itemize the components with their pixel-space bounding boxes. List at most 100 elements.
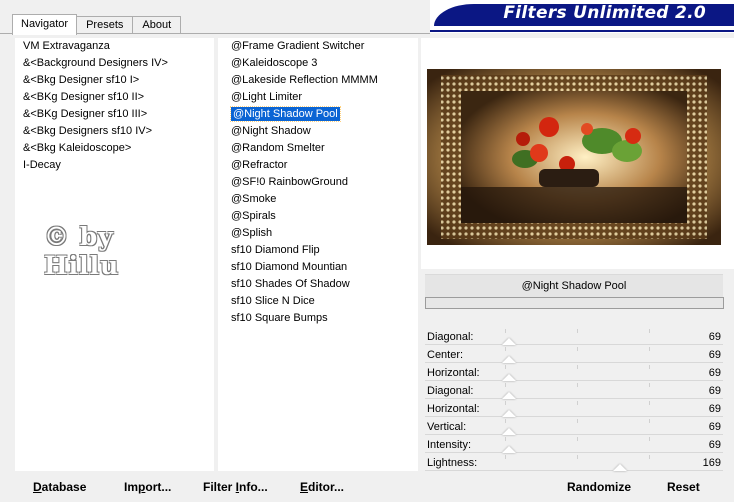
slider-thumb[interactable] (502, 392, 516, 399)
filter-item[interactable]: @Frame Gradient Switcher (218, 38, 418, 55)
slider-tick (649, 365, 650, 369)
filter-item[interactable]: @Light Limiter (218, 89, 418, 106)
progress-bar (425, 297, 724, 309)
filter-item[interactable]: @Night Shadow Pool (218, 106, 418, 123)
reset-button[interactable]: Reset (667, 480, 700, 494)
slider-tick (505, 437, 506, 441)
parameter-slider[interactable]: Intensity: 69 (425, 436, 723, 454)
filter-item-label: @SF!0 RainbowGround (231, 176, 348, 188)
category-item[interactable]: VM Extravaganza (15, 38, 214, 55)
filter-item[interactable]: sf10 Diamond Flip (218, 242, 418, 259)
filter-item[interactable]: sf10 Diamond Mountian (218, 259, 418, 276)
tab-navigator[interactable]: Navigator (12, 14, 78, 35)
filter-item[interactable]: @Kaleidoscope 3 (218, 55, 418, 72)
slider-thumb[interactable] (502, 428, 516, 435)
category-item[interactable]: &<Bkg Designer sf10 I> (15, 72, 214, 89)
parameter-slider[interactable]: Horizontal: 69 (425, 400, 723, 418)
parameter-label: Horizontal: (427, 367, 480, 379)
filter-item[interactable]: @Splish (218, 225, 418, 242)
preview-water (461, 187, 687, 223)
slider-track (425, 380, 723, 381)
filter-item[interactable]: @Random Smelter (218, 140, 418, 157)
category-item[interactable]: &<BKg Designer sf10 II> (15, 89, 214, 106)
parameter-slider[interactable]: Diagonal: 69 (425, 328, 723, 346)
app-title: Filters Unlimited 2.0 (503, 3, 706, 23)
filter-item[interactable]: sf10 Shades Of Shadow (218, 276, 418, 293)
filter-item-label: @Frame Gradient Switcher (231, 40, 365, 52)
category-item[interactable]: &<Bkg Kaleidoscope> (15, 140, 214, 157)
slider-thumb[interactable] (502, 338, 516, 345)
slider-tick (505, 365, 506, 369)
slider-tick (505, 401, 506, 405)
parameter-label: Center: (427, 349, 464, 361)
slider-tick (577, 419, 578, 423)
slider-thumb[interactable] (502, 410, 516, 417)
database-button-label: atabase (41, 480, 87, 494)
slider-track (425, 452, 723, 453)
slider-track (425, 398, 723, 399)
database-button[interactable]: Database (33, 480, 86, 494)
parameter-slider[interactable]: Horizontal: 69 (425, 364, 723, 382)
category-item-label: &<Bkg Kaleidoscope> (23, 142, 132, 154)
banner-underline (430, 30, 734, 32)
filter-info-button-prefix: Filter (203, 480, 236, 494)
parameter-value: 169 (702, 457, 721, 469)
category-item[interactable]: &<Background Designers IV> (15, 55, 214, 72)
filter-item[interactable]: @Spirals (218, 208, 418, 225)
filter-item[interactable]: sf10 Slice N Dice (218, 293, 418, 310)
parameter-slider[interactable]: Center: 69 (425, 346, 723, 364)
slider-tick (577, 329, 578, 333)
randomize-button[interactable]: Randomize (567, 480, 631, 494)
parameter-slider[interactable]: Diagonal: 69 (425, 382, 723, 400)
parameter-label: Vertical: (427, 421, 467, 433)
filter-info-button-label: nfo... (239, 480, 268, 494)
slider-thumb[interactable] (502, 374, 516, 381)
tab-about[interactable]: About (132, 16, 182, 34)
parameter-value: 69 (708, 367, 721, 379)
slider-thumb[interactable] (613, 464, 627, 471)
filter-item[interactable]: sf10 Square Bumps (218, 310, 418, 327)
category-item[interactable]: &<BKg Designer sf10 III> (15, 106, 214, 123)
parameter-label: Intensity: (427, 439, 472, 451)
parameter-label: Diagonal: (427, 385, 474, 397)
editor-button-accel: E (300, 480, 309, 494)
parameter-value: 69 (708, 331, 721, 343)
category-item-label: &<Bkg Designer sf10 I> (23, 74, 140, 86)
slider-thumb[interactable] (502, 356, 516, 363)
parameter-value: 69 (708, 403, 721, 415)
tab-bar: Navigator Presets About (12, 14, 182, 35)
import-button-prefix: Im (124, 480, 139, 494)
category-item-label: &<Background Designers IV> (23, 57, 168, 69)
filter-info-button[interactable]: Filter Info... (203, 480, 268, 494)
filter-list[interactable]: @Frame Gradient Switcher @Kaleidoscope 3 @… (218, 38, 418, 471)
slider-tick (505, 347, 506, 351)
category-item-label: VM Extravaganza (23, 40, 110, 52)
category-item[interactable]: I-Decay (15, 157, 214, 174)
filter-item[interactable]: @Night Shadow (218, 123, 418, 140)
slider-tick (577, 401, 578, 405)
slider-thumb[interactable] (502, 446, 516, 453)
category-item-label: &<BKg Designer sf10 III> (23, 108, 148, 120)
filter-item-label: @Refractor (231, 159, 288, 171)
filter-item[interactable]: @SF!0 RainbowGround (218, 174, 418, 191)
filter-item-label: @Kaleidoscope 3 (231, 57, 318, 69)
filter-item[interactable]: @Refractor (218, 157, 418, 174)
parameter-slider[interactable]: Vertical: 69 (425, 418, 723, 436)
slider-tick (577, 365, 578, 369)
filter-item[interactable]: @Smoke (218, 191, 418, 208)
slider-tick (649, 347, 650, 351)
tab-presets[interactable]: Presets (76, 16, 134, 34)
slider-track (425, 470, 723, 471)
watermark: © by Hillu (44, 222, 119, 280)
watermark-line-1: © by (44, 222, 114, 251)
editor-button[interactable]: Editor... (300, 480, 344, 494)
category-item-label: &<BKg Designer sf10 II> (23, 91, 145, 103)
parameter-value: 69 (708, 385, 721, 397)
slider-track (425, 362, 723, 363)
filter-item-label: @Night Shadow (231, 125, 311, 137)
category-item[interactable]: &<Bkg Designers sf10 IV> (15, 123, 214, 140)
parameter-slider[interactable]: Lightness: 169 (425, 454, 723, 472)
import-button[interactable]: Import... (124, 480, 171, 494)
filter-item[interactable]: @Lakeside Reflection MMMM (218, 72, 418, 89)
parameter-label: Diagonal: (427, 331, 474, 343)
